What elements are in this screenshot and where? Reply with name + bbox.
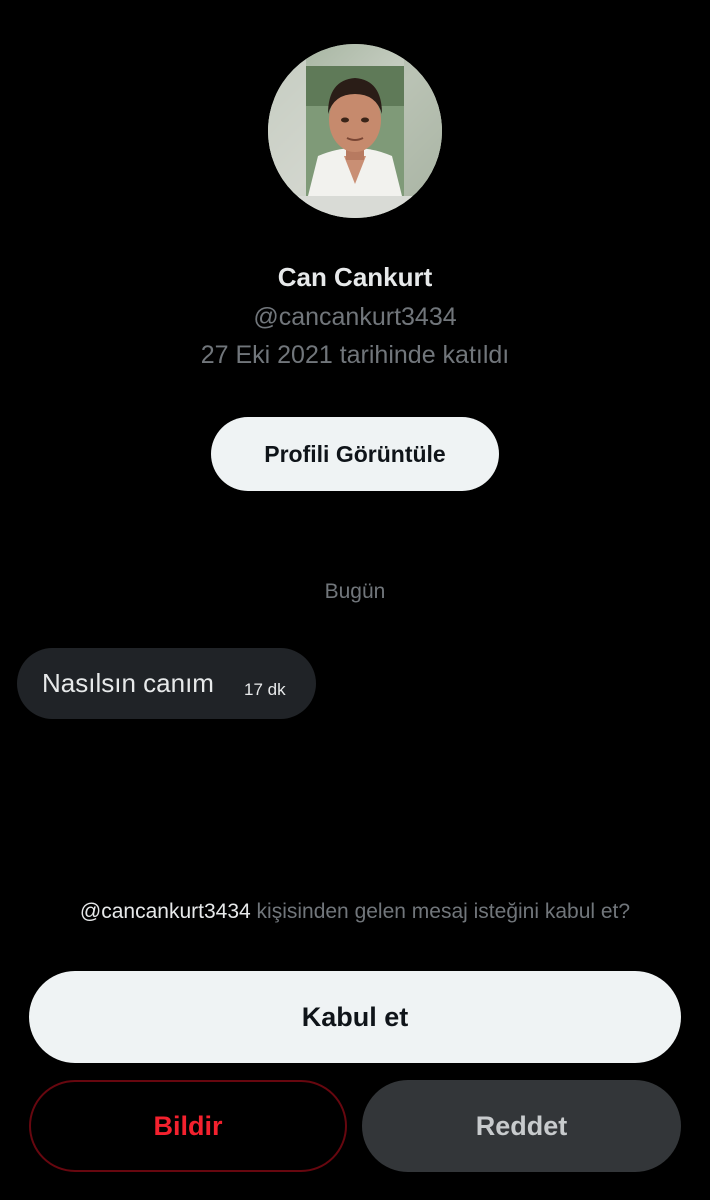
avatar-photo — [268, 44, 442, 218]
message-bubble[interactable]: Nasılsın canım 17 dk — [17, 648, 316, 719]
decline-button[interactable]: Reddet — [362, 1080, 681, 1172]
profile-joined-date: 27 Eki 2021 tarihinde katıldı — [200, 341, 510, 369]
message-text: Nasılsın canım — [42, 668, 214, 698]
view-profile-button[interactable]: Profili Görüntüle — [211, 417, 499, 491]
profile-name: Can Cankurt — [277, 262, 433, 292]
message-timestamp: 17 dk — [244, 680, 286, 699]
report-button[interactable]: Bildir — [29, 1080, 347, 1172]
date-divider: Bugün — [324, 580, 386, 603]
accept-button[interactable]: Kabul et — [29, 971, 681, 1063]
request-prompt: @cancankurt3434 kişisinden gelen mesaj i… — [0, 900, 710, 924]
message-request-screen: Can Cankurt @cancankurt3434 27 Eki 2021 … — [0, 0, 710, 1200]
profile-handle: @cancankurt3434 — [253, 303, 457, 331]
request-handle: @cancankurt3434 — [79, 900, 251, 923]
avatar[interactable] — [268, 44, 442, 218]
request-prompt-text: kişisinden gelen mesaj isteğini kabul et… — [250, 900, 631, 923]
